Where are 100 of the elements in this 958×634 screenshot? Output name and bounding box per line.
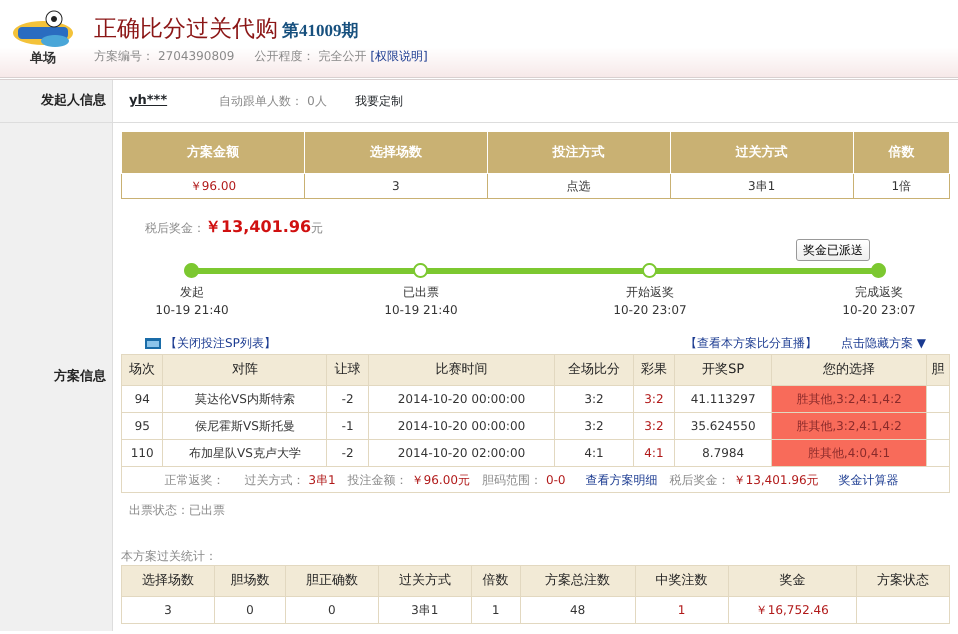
- step-label: 开始返奖: [624, 284, 675, 301]
- column-header: 全场比分: [554, 354, 634, 386]
- column-header: 胆正确数: [285, 566, 378, 596]
- table-cell: 48: [520, 596, 636, 624]
- column-header: 对阵: [162, 354, 327, 386]
- public-level-label: 公开程度：: [254, 48, 314, 65]
- page-title: 正确比分过关代购: [94, 15, 278, 44]
- column-header: 选择场数: [304, 132, 488, 174]
- folder-icon: [145, 337, 161, 349]
- step-time: 10-19 21:40: [383, 302, 459, 319]
- summary-value: ￥96.00元: [412, 472, 470, 488]
- column-header: 方案金额: [122, 132, 304, 174]
- prize-label: 税后奖金：: [145, 220, 205, 237]
- table-cell: -2: [326, 386, 368, 412]
- table-cell: 莫达伦VS内斯特索: [162, 386, 327, 412]
- table-cell: -1: [326, 412, 368, 440]
- column-header: 选择场数: [122, 566, 214, 596]
- column-header: 过关方式: [378, 566, 472, 596]
- table-cell: -2: [326, 440, 368, 466]
- table-cell: 侯尼霍斯VS斯托曼: [162, 412, 327, 440]
- table-cell: ￥96.00: [122, 174, 304, 198]
- column-header: 胆: [926, 354, 950, 386]
- table-cell: 41.113297: [674, 386, 772, 412]
- column-header: 倍数: [471, 566, 520, 596]
- customize-link[interactable]: 我要定制: [354, 92, 403, 110]
- section-label: 发起人信息: [0, 80, 113, 122]
- column-header: 奖金: [728, 566, 857, 596]
- logo-icon: [10, 8, 76, 49]
- column-header: 方案状态: [856, 566, 950, 596]
- column-header: 中奖注数: [635, 566, 728, 596]
- table-cell: 94: [122, 386, 163, 412]
- table-cell: 110: [122, 440, 163, 466]
- table-cell: 4:1: [554, 440, 634, 466]
- table-cell: 胜其他,3:2,4:1,4:2: [772, 386, 926, 412]
- summary-link[interactable]: 奖金计算器: [838, 470, 899, 488]
- follow-count: 0人: [307, 93, 327, 110]
- column-header: 彩果: [633, 354, 675, 386]
- summary-label: 胆码范围：: [482, 472, 542, 488]
- column-header: 比赛时间: [368, 354, 555, 386]
- table-cell: 3:2: [554, 386, 634, 412]
- column-header: 方案总注数: [520, 566, 636, 596]
- table-cell: 布加星队VS克卢大学: [162, 440, 327, 466]
- live-score-link[interactable]: 【查看本方案比分直播】: [684, 334, 817, 352]
- summary-label: 投注金额：: [348, 472, 408, 488]
- step-time: 10-20 23:07: [841, 302, 917, 319]
- table-cell: 1: [471, 596, 520, 624]
- table-cell: 35.624550: [674, 412, 772, 440]
- summary-link[interactable]: 查看方案明细: [586, 470, 658, 488]
- section-label: 方案信息: [0, 123, 113, 631]
- stats-title: 本方案过关统计：: [121, 548, 218, 565]
- issue-number: 第41009期: [282, 20, 358, 42]
- username-link[interactable]: yh***: [129, 91, 168, 111]
- table-cell: 2014-10-20 00:00:00: [368, 412, 555, 440]
- table-cell: 95: [122, 412, 163, 440]
- column-header: 开奖SP: [674, 354, 772, 386]
- column-header: 投注方式: [487, 132, 670, 174]
- table-cell: 0: [214, 596, 286, 624]
- summary-value: ￥13,401.96元: [734, 472, 819, 488]
- prize-amount: ￥13,401.96: [205, 216, 312, 238]
- table-cell: 3: [304, 174, 488, 198]
- table-cell: 点选: [487, 174, 670, 198]
- table-cell: 胜其他,3:2,4:1,4:2: [772, 412, 926, 440]
- table-cell: 3串1: [670, 174, 854, 198]
- column-header: 胆场数: [214, 566, 286, 596]
- step-label: 发起: [179, 284, 205, 301]
- table-cell: 1倍: [853, 174, 950, 198]
- table-cell: 3:2: [633, 386, 675, 412]
- table-cell: 3: [122, 596, 214, 624]
- follow-count-label: 自动跟单人数：: [219, 93, 304, 110]
- table-cell: 3串1: [378, 596, 472, 624]
- table-cell: 3:2: [554, 412, 634, 440]
- column-header: 您的选择: [772, 354, 926, 386]
- table-cell: 0: [285, 596, 378, 624]
- table-cell: 3:2: [633, 412, 675, 440]
- step-label: 完成返奖: [854, 284, 904, 301]
- column-header: 场次: [122, 354, 163, 386]
- public-level: 完全公开: [318, 48, 366, 65]
- summary-label: 税后奖金：: [670, 472, 730, 488]
- ticket-status: 出票状态：已出票: [129, 502, 226, 519]
- column-header: 让球: [326, 354, 368, 386]
- column-header: 倍数: [853, 132, 950, 174]
- permission-link[interactable]: [权限说明]: [370, 46, 428, 65]
- table-cell: 4:1: [633, 440, 675, 466]
- prize-dispatched-button[interactable]: 奖金已派送: [796, 239, 870, 261]
- plan-number-label: 方案编号：: [94, 48, 154, 65]
- column-header: 过关方式: [670, 132, 854, 174]
- summary-label: 正常返奖：: [164, 472, 224, 488]
- summary-value: 3串1: [308, 472, 336, 488]
- table-cell: ￥16,752.46: [728, 596, 857, 624]
- table-cell: 胜其他,4:0,4:1: [772, 440, 926, 466]
- toggle-sp-list-link[interactable]: 【关闭投注SP列表】: [165, 334, 276, 352]
- step-time: 10-20 23:07: [612, 302, 688, 319]
- hide-plan-link[interactable]: 点击隐藏方案 ▼: [840, 334, 926, 352]
- step-label: 已出票: [402, 284, 440, 301]
- summary-value: 0-0: [546, 472, 566, 488]
- logo-caption: 单场: [30, 50, 56, 68]
- summary-label: 过关方式：: [244, 472, 304, 488]
- table-cell: 2014-10-20 00:00:00: [368, 386, 555, 412]
- step-time: 10-19 21:40: [154, 302, 230, 319]
- table-cell: 8.7984: [674, 440, 772, 466]
